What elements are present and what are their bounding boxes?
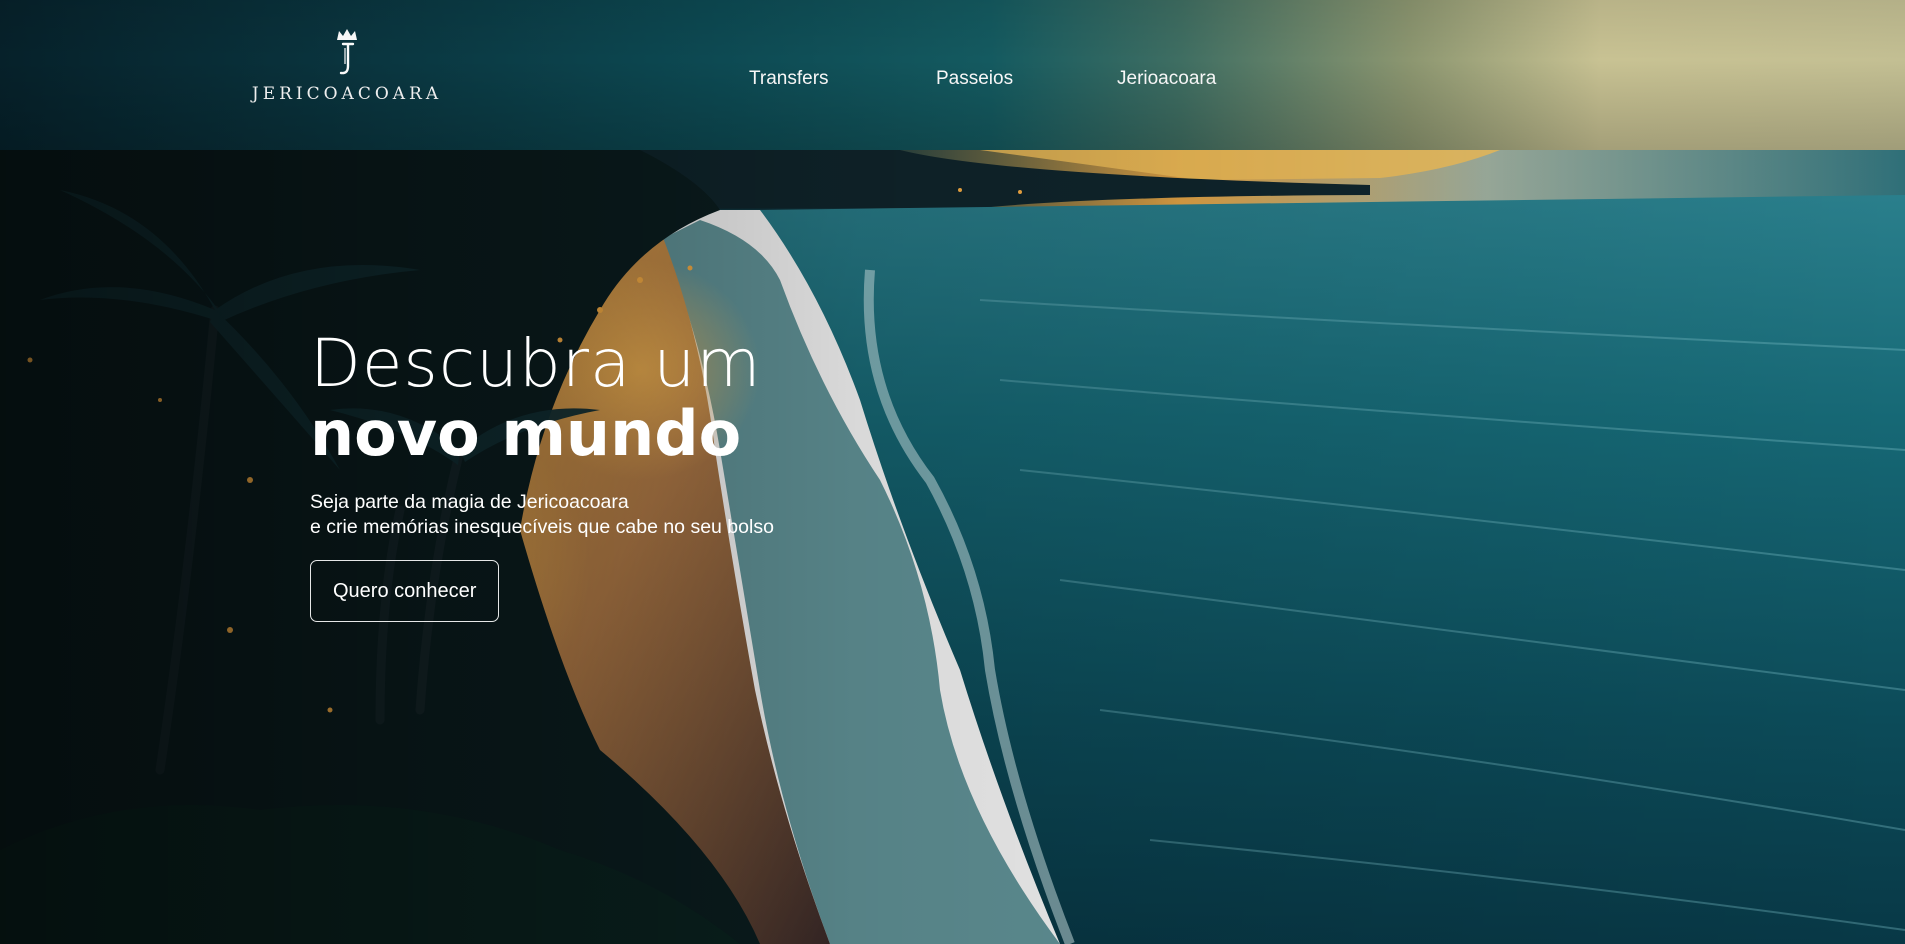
hero-title: Descubra um novo mundo [310, 328, 1010, 468]
page: JERICOACOARA Transfers Passeios Jerioaco… [0, 0, 1905, 944]
nav-link-transfers[interactable]: Transfers [749, 68, 829, 90]
hero-subtitle-line-2: e crie memórias inesquecíveis que cabe n… [310, 516, 774, 538]
hero-section: Descubra um novo mundo Seja parte da mag… [0, 150, 1905, 944]
hero-title-light: Descubra um [310, 325, 762, 402]
hero-subtitle-line-1: Seja parte da magia de Jericoacoara [310, 491, 629, 513]
nav-link-passeios[interactable]: Passeios [936, 68, 1013, 90]
main-nav: Transfers Passeios Jerioacoara [0, 0, 1905, 150]
hero-content: Descubra um novo mundo Seja parte da mag… [310, 328, 1010, 622]
cta-button[interactable]: Quero conhecer [310, 560, 500, 622]
hero-title-bold: novo mundo [310, 397, 742, 470]
site-header: JERICOACOARA Transfers Passeios Jerioaco… [0, 0, 1905, 150]
hero-subtitle: Seja parte da magia de Jericoacoara e cr… [310, 490, 1010, 540]
nav-link-jerioacoara[interactable]: Jerioacoara [1117, 68, 1216, 90]
